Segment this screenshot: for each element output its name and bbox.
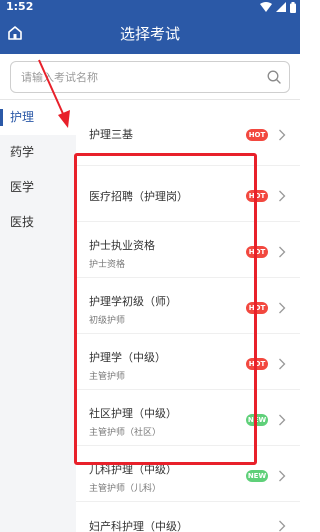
- sidebar-item-nursing[interactable]: 护理: [0, 100, 76, 135]
- sidebar-item-medical-technology[interactable]: 医技: [0, 205, 76, 240]
- hot-badge: HOT: [246, 246, 268, 258]
- exam-subtitle: 主管护师: [89, 372, 126, 382]
- hot-badge: HOT: [246, 358, 268, 370]
- exam-item-nursing-basics[interactable]: 护理三基 HOT: [76, 100, 300, 166]
- search-icon[interactable]: [267, 70, 281, 84]
- exam-name: 护理学（中级）: [89, 351, 166, 364]
- sidebar-item-label: 医学: [10, 180, 35, 194]
- status-time: 1:52: [6, 0, 34, 13]
- category-sidebar: 护理 药学 医学 医技: [0, 100, 76, 532]
- exam-name: 妇产科护理（中级）: [89, 520, 188, 532]
- exam-name: 社区护理（中级）: [89, 407, 177, 420]
- chevron-right-icon: [279, 246, 286, 258]
- hot-badge: HOT: [246, 190, 268, 202]
- chevron-right-icon: [279, 414, 286, 426]
- chevron-right-icon: [279, 190, 286, 202]
- new-badge: NEW: [246, 414, 268, 426]
- sidebar-item-medicine[interactable]: 医学: [0, 170, 76, 205]
- exam-item-medical-recruitment[interactable]: 医疗招聘（护理岗） HOT: [76, 166, 300, 222]
- exam-item-nurse-license[interactable]: 护士执业资格 护士资格 HOT: [76, 222, 300, 278]
- chevron-right-icon: [279, 470, 286, 482]
- hot-badge: HOT: [246, 129, 268, 141]
- sidebar-item-label: 护理: [10, 110, 35, 124]
- exam-item-community-nursing[interactable]: 社区护理（中级） 主管护师（社区） NEW: [76, 390, 300, 446]
- hot-badge: HOT: [246, 302, 268, 314]
- sidebar-item-label: 药学: [10, 145, 35, 159]
- exam-list: 护理三基 HOT 医疗招聘（护理岗） HOT 护士执业资格 护士资格 HOT 护…: [76, 100, 300, 532]
- exam-name: 护理三基: [89, 128, 133, 141]
- exam-subtitle: 初级护师: [89, 316, 126, 326]
- exam-item-nursing-junior[interactable]: 护理学初级（师） 初级护师 HOT: [76, 278, 300, 334]
- exam-subtitle: 主管护师（儿科）: [89, 484, 162, 494]
- exam-name: 护士执业资格: [89, 239, 155, 252]
- chevron-right-icon: [279, 302, 286, 314]
- status-icons: [260, 1, 296, 13]
- new-badge: NEW: [246, 470, 268, 482]
- exam-item-nursing-intermediate[interactable]: 护理学（中级） 主管护师 HOT: [76, 334, 300, 390]
- exam-subtitle: 护士资格: [89, 260, 126, 270]
- page-title: 选择考试: [119, 25, 180, 43]
- exam-item-pediatric-nursing[interactable]: 儿科护理（中级） 主管护师（儿科） NEW: [76, 446, 300, 502]
- sidebar-item-pharmacy[interactable]: 药学: [0, 135, 76, 170]
- wifi-icon: [260, 2, 272, 12]
- exam-subtitle: 主管护师（社区）: [89, 428, 162, 438]
- exam-name: 儿科护理（中级）: [89, 463, 177, 476]
- search-box: [10, 61, 290, 93]
- battery-icon: [290, 1, 296, 13]
- search-section: [0, 54, 300, 100]
- exam-item-obstetric-nursing[interactable]: 妇产科护理（中级）: [76, 502, 300, 532]
- chevron-right-icon: [279, 520, 286, 532]
- signal-icon: [276, 2, 286, 12]
- exam-name: 护理学初级（师）: [89, 295, 177, 308]
- chevron-right-icon: [279, 358, 286, 370]
- chevron-right-icon: [279, 129, 286, 141]
- search-input[interactable]: [21, 67, 261, 87]
- exam-name: 医疗招聘（护理岗）: [89, 190, 188, 203]
- status-bar: 1:52: [0, 0, 300, 14]
- sidebar-item-label: 医技: [10, 215, 35, 229]
- app-bar: 选择考试: [0, 14, 300, 54]
